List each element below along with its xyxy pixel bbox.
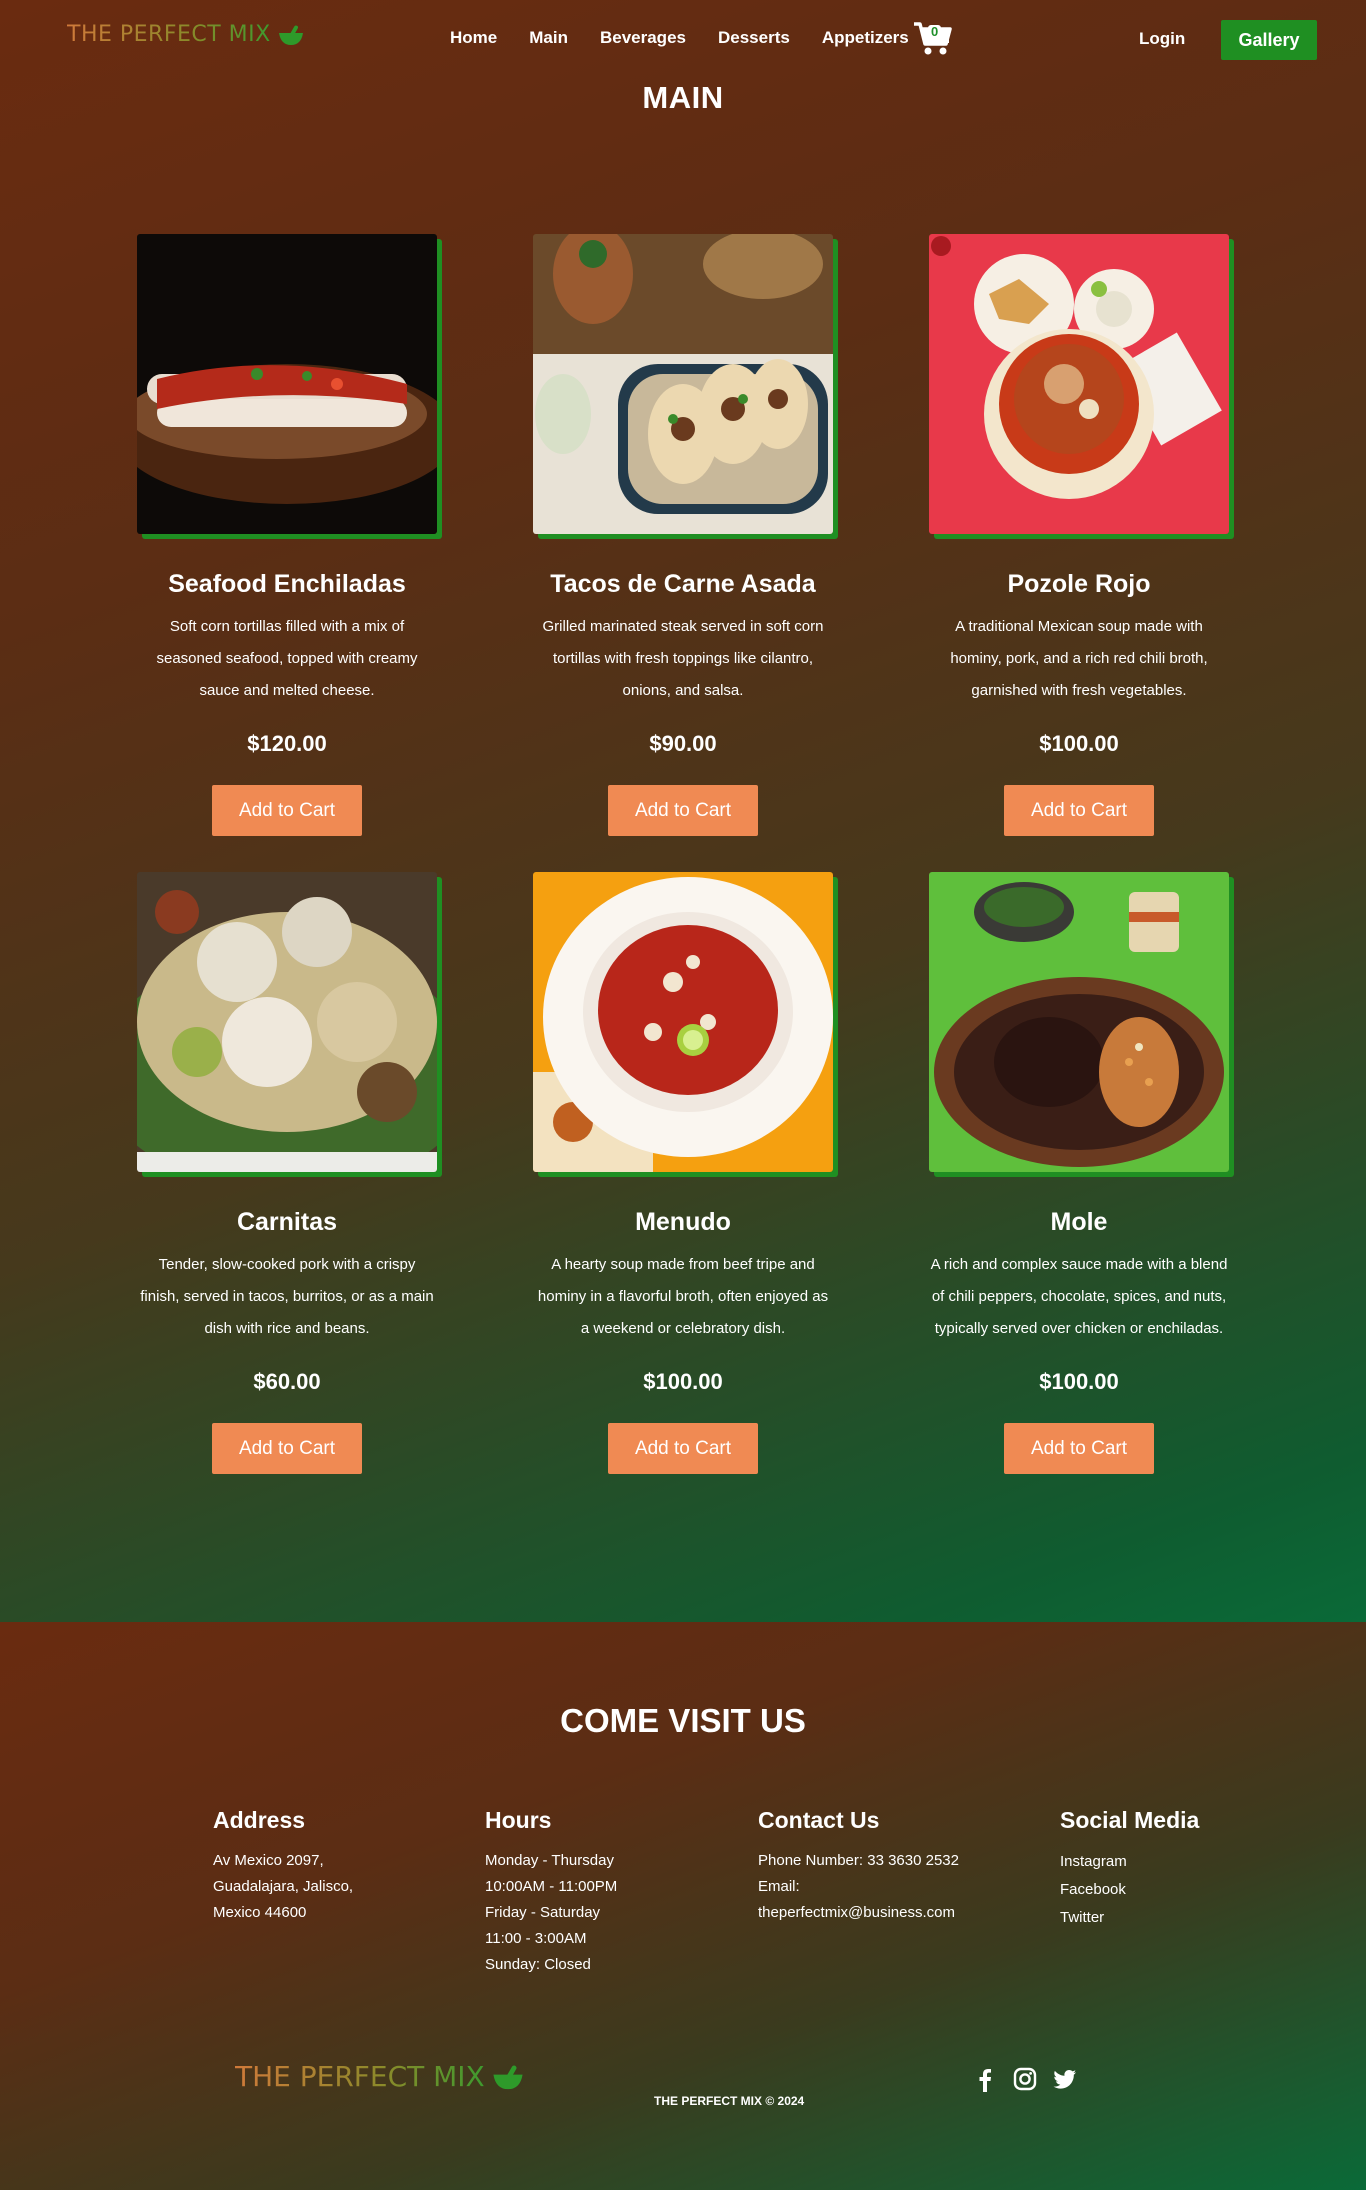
site-footer: COME VISIT US Address Av Mexico 2097, Gu… [0, 1622, 1366, 2190]
dish-card: Menudo A hearty soup made from beef trip… [523, 872, 843, 1474]
cart-button[interactable]: 0 [913, 20, 953, 58]
dish-image [137, 234, 437, 534]
dish-description: Tender, slow-cooked pork with a crispy f… [140, 1256, 434, 1337]
site-header: THE PERFECT MIX Home Main Beverages Dess… [0, 0, 1366, 80]
copyright-text: THE PERFECT MIX © 2024 [654, 2094, 805, 2108]
cart-icon [913, 22, 953, 62]
dish-price: $60.00 [253, 1369, 321, 1394]
main-nav: Home Main Beverages Desserts Appetizers [450, 28, 909, 48]
email-address[interactable]: theperfectmix@business.com [758, 1900, 959, 1926]
nav-item-home[interactable]: Home [450, 28, 497, 48]
hours-line: 10:00AM - 11:00PM [485, 1878, 618, 1895]
dish-price: $120.00 [247, 731, 327, 756]
dish-card: Seafood Enchiladas Soft corn tortillas f… [127, 234, 447, 836]
dish-name: Menudo [635, 1208, 731, 1236]
nav-item-desserts[interactable]: Desserts [718, 28, 790, 48]
hours-line: Sunday: Closed [485, 1956, 591, 1973]
dish-name: Carnitas [236, 1208, 338, 1236]
address-line: Guadalajara, Jalisco, [213, 1878, 354, 1895]
dish-image [533, 234, 833, 534]
nav-item-appetizers[interactable]: Appetizers [822, 28, 909, 48]
address-line: Mexico 44600 [213, 1904, 307, 1921]
contact-text: Phone Number: 33 3630 2532 Email: theper… [758, 1848, 959, 1926]
dish-card: Carnitas Tender, slow-cooked pork with a… [127, 872, 447, 1474]
add-to-cart-button[interactable]: Add to Cart [608, 1423, 758, 1474]
dish-card: Tacos de Carne Asada Grilled marinated s… [523, 234, 843, 836]
main-section: THE PERFECT MIX Home Main Beverages Dess… [0, 0, 1366, 1622]
dish-name: Seafood Enchiladas [168, 570, 406, 598]
dish-description: A rich and complex sauce made with a ble… [930, 1256, 1228, 1337]
dish-description: Grilled marinated steak served in soft c… [542, 618, 824, 699]
dish-description: Soft corn tortillas filled with a mix of… [156, 618, 418, 699]
dish-name: Mole [1050, 1208, 1108, 1236]
email-label: Email: [758, 1878, 800, 1895]
dish-description: A traditional Mexican soup made with hom… [950, 618, 1208, 699]
add-to-cart-button[interactable]: Add to Cart [212, 1423, 362, 1474]
hours-text: Monday - Thursday 10:00AM - 11:00PM Frid… [485, 1848, 617, 1978]
footer-brand-logo[interactable]: THE PERFECT MIX [235, 2060, 525, 2093]
social-column: Social Media Instagram Facebook Twitter [1060, 1807, 1199, 1932]
social-heading: Social Media [1060, 1807, 1200, 1833]
add-to-cart-button[interactable]: Add to Cart [1004, 785, 1154, 836]
mortar-bowl-icon [491, 2062, 525, 2092]
address-heading: Address [213, 1807, 306, 1833]
address-text: Av Mexico 2097, Guadalajara, Jalisco, Me… [213, 1848, 353, 1926]
facebook-link[interactable]: Facebook [1060, 1876, 1199, 1904]
dish-card: Mole A rich and complex sauce made with … [919, 872, 1239, 1474]
gallery-button[interactable]: Gallery [1221, 20, 1317, 60]
contact-column: Contact Us Phone Number: 33 3630 2532 Em… [758, 1807, 959, 1926]
hours-column: Hours Monday - Thursday 10:00AM - 11:00P… [485, 1807, 617, 1978]
twitter-link[interactable]: Twitter [1060, 1904, 1199, 1932]
contact-heading: Contact Us [758, 1807, 880, 1833]
login-link[interactable]: Login [1139, 29, 1185, 49]
brand-name: THE PERFECT MIX [67, 22, 271, 47]
instagram-link[interactable]: Instagram [1060, 1848, 1199, 1876]
address-line: Av Mexico 2097, [213, 1852, 324, 1869]
add-to-cart-button[interactable]: Add to Cart [212, 785, 362, 836]
facebook-icon[interactable] [972, 2066, 998, 2092]
cart-count-badge: 0 [928, 25, 942, 39]
mortar-bowl-icon [277, 23, 305, 47]
dish-image [929, 234, 1229, 534]
dish-price: $100.00 [643, 1369, 723, 1394]
footer-brand-name: THE PERFECT MIX [235, 2060, 485, 2093]
page-title: MAIN [642, 80, 724, 115]
nav-item-main[interactable]: Main [529, 28, 568, 48]
hours-heading: Hours [485, 1807, 552, 1833]
nav-item-beverages[interactable]: Beverages [600, 28, 686, 48]
social-icons [972, 2066, 1078, 2092]
dish-name: Pozole Rojo [1007, 570, 1151, 598]
add-to-cart-button[interactable]: Add to Cart [1004, 1423, 1154, 1474]
instagram-icon[interactable] [1012, 2066, 1038, 2092]
dish-card: Pozole Rojo A traditional Mexican soup m… [919, 234, 1239, 836]
dish-image [137, 872, 437, 1172]
dish-price: $100.00 [1039, 1369, 1119, 1394]
hours-line: Friday - Saturday [485, 1904, 601, 1921]
dish-description: A hearty soup made from beef tripe and h… [537, 1256, 829, 1337]
dish-name: Tacos de Carne Asada [550, 570, 816, 598]
add-to-cart-button[interactable]: Add to Cart [608, 785, 758, 836]
twitter-icon[interactable] [1052, 2066, 1078, 2092]
footer-title: COME VISIT US [560, 1702, 806, 1739]
dish-image [929, 872, 1229, 1172]
dish-price: $100.00 [1039, 731, 1119, 756]
hours-line: 11:00 - 3:00AM [485, 1930, 587, 1947]
hours-line: Monday - Thursday [485, 1852, 614, 1869]
dish-price: $90.00 [649, 731, 717, 756]
dish-image [533, 872, 833, 1172]
brand-logo[interactable]: THE PERFECT MIX [67, 22, 305, 47]
phone-line: Phone Number: 33 3630 2532 [758, 1852, 959, 1869]
address-column: Address Av Mexico 2097, Guadalajara, Jal… [213, 1807, 353, 1926]
page: THE PERFECT MIX Home Main Beverages Dess… [0, 0, 1366, 2190]
